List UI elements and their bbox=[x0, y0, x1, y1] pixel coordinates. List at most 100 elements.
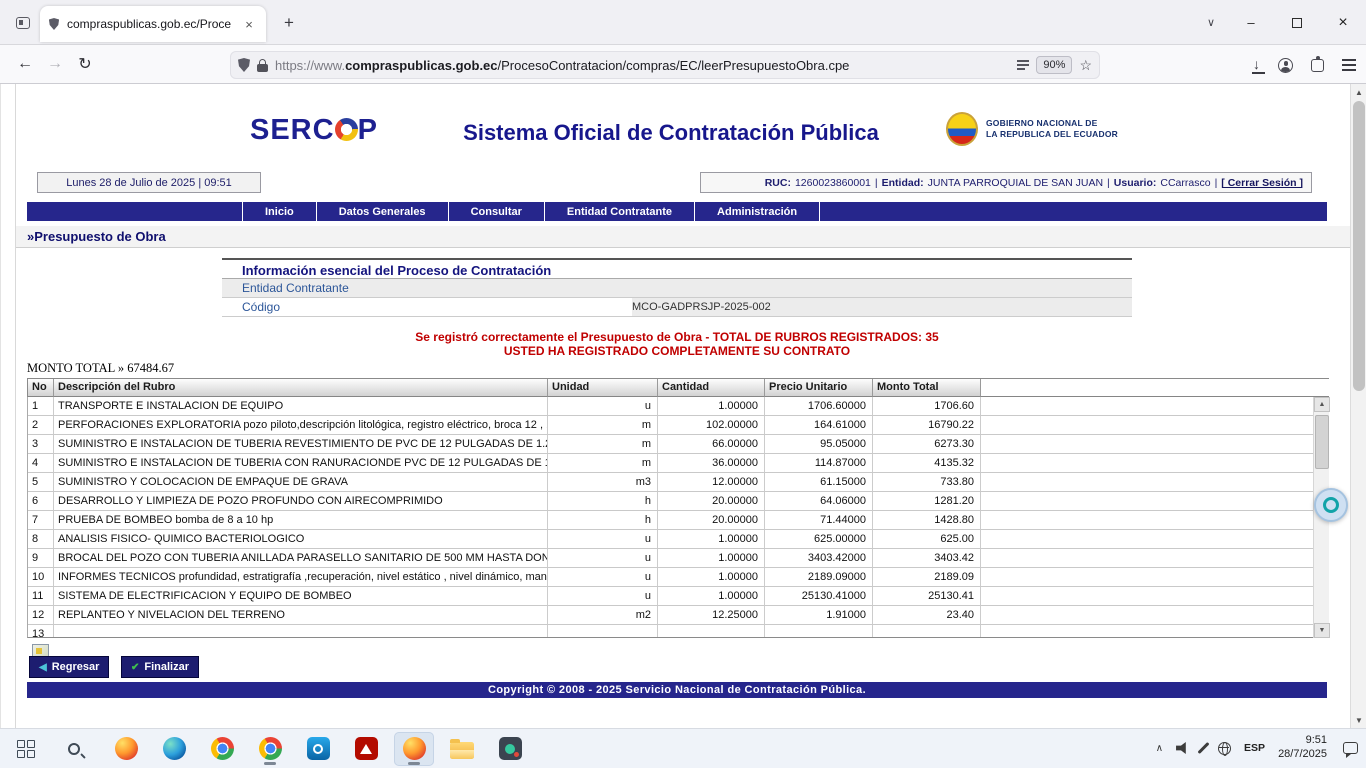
notifications-icon[interactable] bbox=[1343, 742, 1358, 754]
volume-icon[interactable] bbox=[1176, 742, 1189, 755]
url-bar[interactable]: https://www.compraspublicas.gob.ec/Proce… bbox=[230, 51, 1100, 79]
table-scroll-up-icon[interactable]: ▲ bbox=[1314, 397, 1330, 412]
screen: compraspublicas.gob.ec/Proce × + ∨ – × ←… bbox=[0, 0, 1366, 768]
tracking-protection-shield-icon[interactable] bbox=[238, 58, 250, 72]
table-cell: 23.40 bbox=[873, 606, 981, 625]
page-title: Sistema Oficial de Contratación Pública bbox=[16, 120, 1326, 146]
table-row: 13 bbox=[28, 625, 1329, 638]
firefox-view-icon[interactable] bbox=[12, 12, 34, 34]
search-button[interactable] bbox=[54, 732, 94, 766]
taskbar-firefox[interactable] bbox=[106, 732, 146, 766]
table-header-row: No Descripción del Rubro Unidad Cantidad… bbox=[27, 378, 1329, 397]
table-cell: SISTEMA DE ELECTRIFICACION Y EQUIPO DE B… bbox=[54, 587, 548, 606]
nav-item-entidad-contratante[interactable]: Entidad Contratante bbox=[545, 202, 695, 221]
table-cell: 36.00000 bbox=[658, 454, 765, 473]
network-icon[interactable] bbox=[1218, 742, 1231, 755]
reader-mode-icon[interactable] bbox=[1017, 60, 1029, 69]
capture-app-icon bbox=[499, 737, 522, 760]
forward-button[interactable]: → bbox=[40, 50, 70, 78]
taskbar-outlook[interactable] bbox=[298, 732, 338, 766]
table-cell: 1281.20 bbox=[873, 492, 981, 511]
table-cell: 11 bbox=[28, 587, 54, 606]
taskbar-file-explorer[interactable] bbox=[442, 732, 482, 766]
table-cell: SUMINISTRO E INSTALACION DE TUBERIA CON … bbox=[54, 454, 548, 473]
taskbar-capture-app[interactable] bbox=[490, 732, 530, 766]
table-scroll-down-icon[interactable]: ▼ bbox=[1314, 623, 1330, 638]
file-explorer-icon bbox=[450, 742, 474, 759]
back-button[interactable]: ← bbox=[10, 50, 40, 78]
table-scrollbar-thumb[interactable] bbox=[1315, 415, 1329, 469]
table-cell bbox=[765, 625, 873, 638]
account-icon[interactable] bbox=[1278, 58, 1293, 73]
table-cell: 20.00000 bbox=[658, 492, 765, 511]
taskbar-acrobat[interactable] bbox=[346, 732, 386, 766]
close-button[interactable]: × bbox=[1320, 0, 1366, 45]
browser-toolbar: ← → ↻ https://www.compraspublicas.gob.ec… bbox=[0, 45, 1366, 84]
table-cell bbox=[981, 568, 1329, 587]
header-no: No bbox=[28, 379, 54, 397]
table-row: 12REPLANTEO Y NIVELACION DEL TERRENOm212… bbox=[28, 606, 1329, 625]
table-cell: 164.61000 bbox=[765, 416, 873, 435]
zoom-level-chip[interactable]: 90% bbox=[1036, 56, 1072, 74]
table-cell bbox=[981, 397, 1329, 416]
maximize-button[interactable] bbox=[1274, 0, 1320, 45]
table-cell: 625.00000 bbox=[765, 530, 873, 549]
start-button[interactable] bbox=[6, 732, 46, 766]
table-row: 1TRANSPORTE E INSTALACION DE EQUIPOu1.00… bbox=[28, 397, 1329, 416]
confirmation-message-line1: Se registró correctamente el Presupuesto… bbox=[27, 330, 1327, 344]
taskbar-chrome[interactable] bbox=[202, 732, 242, 766]
table-cell: INFORMES TECNICOS profundidad, estratigr… bbox=[54, 568, 548, 587]
table-cell: m bbox=[548, 454, 658, 473]
reload-button[interactable]: ↻ bbox=[70, 50, 100, 78]
language-indicator[interactable]: ESP bbox=[1244, 742, 1265, 754]
extensions-icon[interactable] bbox=[1311, 59, 1324, 72]
taskbar-edge[interactable] bbox=[154, 732, 194, 766]
table-cell: 13 bbox=[28, 625, 54, 638]
table-cell: 16790.22 bbox=[873, 416, 981, 435]
page-scroll-up-icon[interactable]: ▲ bbox=[1351, 84, 1366, 100]
logout-link[interactable]: [ Cerrar Sesión ] bbox=[1221, 177, 1303, 189]
table-row: 6DESARROLLO Y LIMPIEZA DE POZO PROFUNDO … bbox=[28, 492, 1329, 511]
datetime-box: Lunes 28 de Julio de 2025 | 09:51 bbox=[37, 172, 261, 193]
new-tab-button[interactable]: + bbox=[276, 10, 302, 36]
table-cell bbox=[981, 549, 1329, 568]
tabs-list-chevron-icon[interactable]: ∨ bbox=[1194, 0, 1228, 45]
taskbar-firefox-active[interactable] bbox=[394, 732, 434, 766]
finalizar-button[interactable]: ✔ Finalizar bbox=[121, 656, 199, 678]
finalizar-check-icon: ✔ bbox=[131, 662, 139, 673]
start-icon bbox=[17, 740, 35, 758]
taskbar-chrome-2[interactable] bbox=[250, 732, 290, 766]
info-title: Información esencial del Proceso de Cont… bbox=[222, 258, 1132, 279]
table-cell: h bbox=[548, 511, 658, 530]
tray-chevron-icon[interactable]: ∧ bbox=[1156, 743, 1163, 754]
firefox-icon bbox=[115, 737, 138, 760]
bookmark-star-icon[interactable]: ☆ bbox=[1079, 57, 1092, 74]
nav-item-inicio[interactable]: Inicio bbox=[242, 202, 317, 221]
table-cell: SUMINISTRO E INSTALACION DE TUBERIA REVE… bbox=[54, 435, 548, 454]
main-nav: Inicio Datos Generales Consultar Entidad… bbox=[27, 202, 1327, 221]
system-tray: ∧ ESP 9:5128/7/2025 bbox=[1156, 728, 1358, 768]
menu-button[interactable] bbox=[1342, 59, 1356, 70]
nav-item-consultar[interactable]: Consultar bbox=[449, 202, 545, 221]
downloads-icon[interactable]: ↓ bbox=[1253, 57, 1260, 74]
table-row: 11SISTEMA DE ELECTRIFICACION Y EQUIPO DE… bbox=[28, 587, 1329, 606]
monto-total: MONTO TOTAL » 67484.67 bbox=[27, 361, 174, 376]
table-cell: 61.15000 bbox=[765, 473, 873, 492]
accessibility-widget[interactable] bbox=[1314, 488, 1348, 522]
pen-icon[interactable] bbox=[1198, 742, 1210, 754]
regresar-button[interactable]: ◀ Regresar bbox=[29, 656, 109, 678]
table-cell: 1.00000 bbox=[658, 397, 765, 416]
minimize-button[interactable]: – bbox=[1228, 0, 1274, 45]
browser-tab[interactable]: compraspublicas.gob.ec/Proce × bbox=[40, 6, 266, 42]
tab-close-icon[interactable]: × bbox=[240, 15, 258, 33]
table-cell: 4135.32 bbox=[873, 454, 981, 473]
nav-item-administracion[interactable]: Administración bbox=[695, 202, 820, 221]
page-scroll-down-icon[interactable]: ▼ bbox=[1351, 712, 1366, 728]
page-scrollbar-thumb[interactable] bbox=[1353, 101, 1365, 391]
taskbar-clock[interactable]: 9:5128/7/2025 bbox=[1278, 734, 1327, 762]
page-scrollbar[interactable]: ▲ ▼ bbox=[1350, 84, 1366, 728]
nav-item-datos-generales[interactable]: Datos Generales bbox=[317, 202, 449, 221]
outlook-icon bbox=[307, 737, 330, 760]
table-row: 4SUMINISTRO E INSTALACION DE TUBERIA CON… bbox=[28, 454, 1329, 473]
table-cell: DESARROLLO Y LIMPIEZA DE POZO PROFUNDO C… bbox=[54, 492, 548, 511]
